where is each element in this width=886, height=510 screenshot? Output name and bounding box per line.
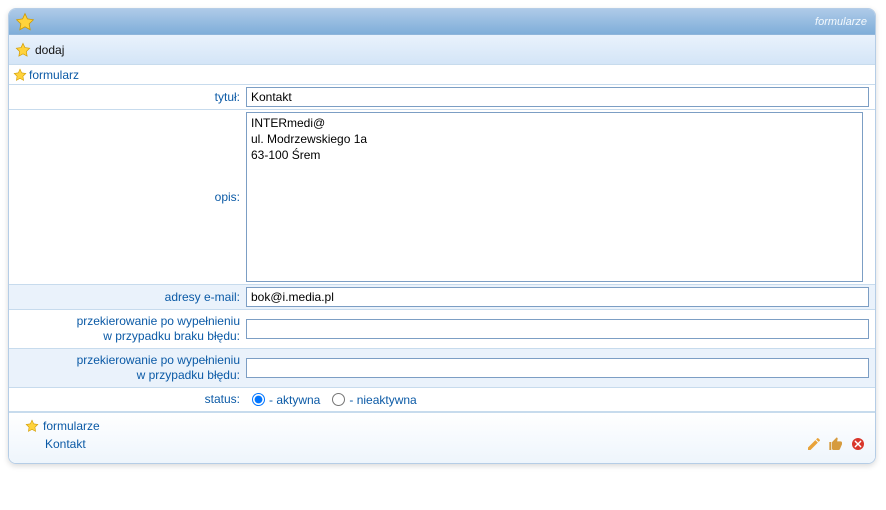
label-redirect-ok-l2: w przypadku braku błędu: bbox=[103, 329, 240, 344]
status-inactive-label: - nieaktywna bbox=[349, 393, 416, 407]
row-redirect-ok: przekierowanie po wypełnieniu w przypadk… bbox=[9, 310, 875, 349]
label-redirect-ok-l1: przekierowanie po wypełnieniu bbox=[77, 314, 240, 329]
label-title: tytuł: bbox=[19, 85, 244, 109]
label-redirect-err: przekierowanie po wypełnieniu w przypadk… bbox=[19, 349, 244, 387]
status-inactive-radio[interactable] bbox=[332, 393, 345, 406]
header-title: formularze bbox=[815, 16, 867, 28]
emails-input[interactable] bbox=[246, 287, 869, 307]
main-panel: formularze dodaj formularz tytuł: opis: bbox=[8, 8, 876, 464]
header-bar: formularze bbox=[9, 9, 875, 35]
close-icon[interactable] bbox=[849, 435, 867, 453]
row-redirect-err: przekierowanie po wypełnieniu w przypadk… bbox=[9, 349, 875, 388]
label-redirect-ok: przekierowanie po wypełnieniu w przypadk… bbox=[19, 310, 244, 348]
row-status: status: - aktywna - nieaktywna bbox=[9, 388, 875, 412]
footer-item[interactable]: Kontakt bbox=[45, 437, 86, 451]
edit-icon[interactable] bbox=[805, 435, 823, 453]
star-icon bbox=[25, 419, 39, 433]
add-button-label[interactable]: dodaj bbox=[35, 43, 64, 57]
star-icon bbox=[15, 42, 31, 58]
status-active-option[interactable]: - aktywna bbox=[252, 393, 320, 407]
label-redirect-err-l2: w przypadku błędu: bbox=[137, 368, 240, 383]
status-inactive-option[interactable]: - nieaktywna bbox=[332, 393, 416, 407]
label-status: status: bbox=[19, 388, 244, 411]
row-emails: adresy e-mail: bbox=[9, 285, 875, 310]
footer-group[interactable]: formularze bbox=[43, 419, 100, 433]
status-active-label: - aktywna bbox=[269, 393, 320, 407]
redirect-err-input[interactable] bbox=[246, 358, 869, 378]
label-redirect-err-l1: przekierowanie po wypełnieniu bbox=[77, 353, 240, 368]
section-header: formularz bbox=[9, 65, 875, 85]
section-title: formularz bbox=[29, 68, 79, 82]
desc-textarea[interactable] bbox=[246, 112, 863, 282]
status-active-radio[interactable] bbox=[252, 393, 265, 406]
redirect-ok-input[interactable] bbox=[246, 319, 869, 339]
form-body: tytuł: opis: adresy e-mail: przekierowan… bbox=[9, 85, 875, 412]
label-emails: adresy e-mail: bbox=[19, 285, 244, 309]
row-desc: opis: bbox=[9, 110, 875, 285]
footer: formularze Kontakt bbox=[9, 412, 875, 463]
toolbar: dodaj bbox=[9, 35, 875, 65]
label-desc: opis: bbox=[19, 110, 244, 284]
thumb-icon[interactable] bbox=[827, 435, 845, 453]
star-icon bbox=[13, 68, 27, 82]
star-icon bbox=[15, 12, 35, 32]
row-title: tytuł: bbox=[9, 85, 875, 110]
title-input[interactable] bbox=[246, 87, 869, 107]
